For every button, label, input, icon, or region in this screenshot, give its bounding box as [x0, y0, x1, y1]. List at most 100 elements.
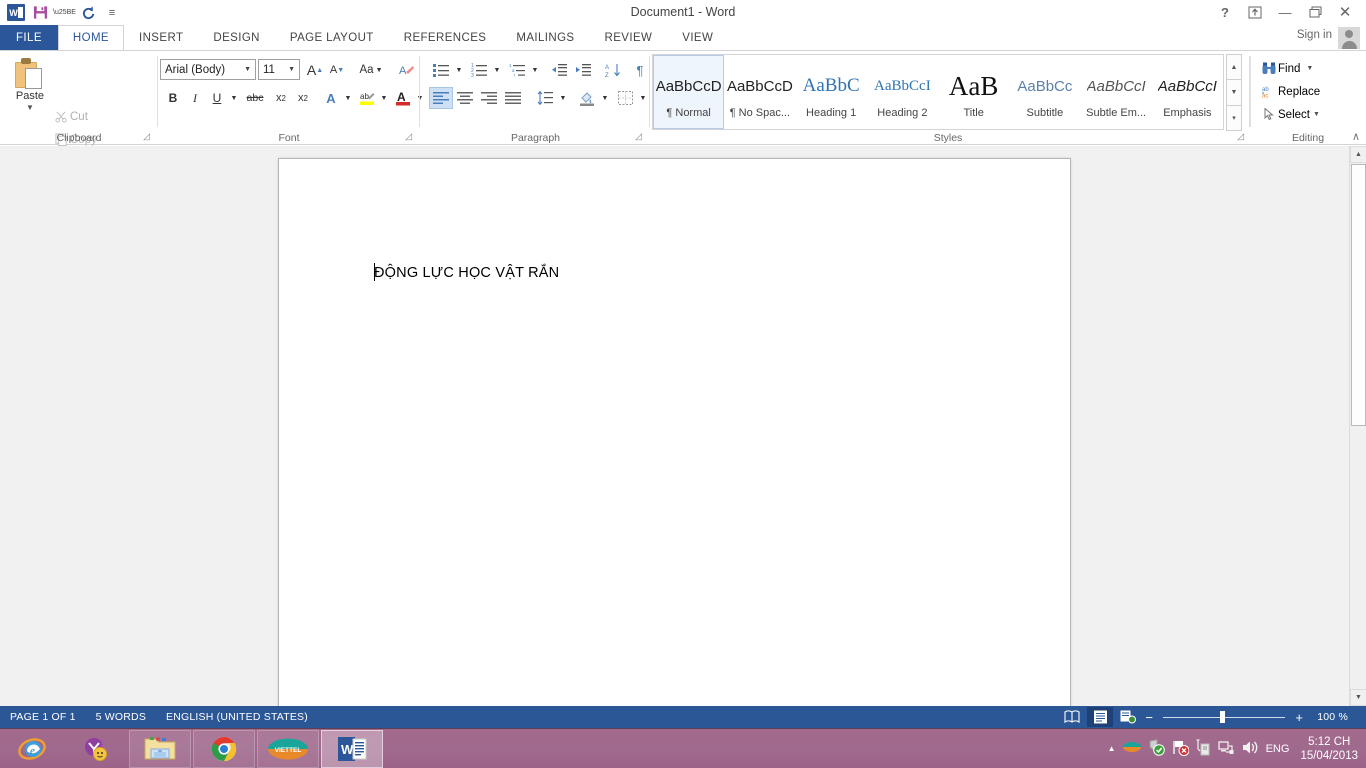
avatar[interactable] [1338, 27, 1360, 49]
subscript-button[interactable]: x2 [270, 87, 292, 109]
web-layout-button[interactable] [1115, 707, 1141, 727]
restore-button[interactable] [1300, 2, 1330, 22]
select-button[interactable]: Select ▼ [1260, 105, 1320, 124]
text-effects-button[interactable]: A [320, 87, 342, 109]
style-emphasis[interactable]: AaBbCcI Emphasis [1152, 55, 1223, 129]
scrollbar-thumb[interactable] [1351, 164, 1366, 426]
clipboard-dialog-launcher[interactable]: ◿ [143, 131, 150, 142]
tab-review[interactable]: REVIEW [590, 25, 668, 50]
taskbar-file-explorer[interactable] [129, 729, 191, 768]
styles-scroll-down-button[interactable]: ▼ [1226, 79, 1242, 106]
sign-in-link[interactable]: Sign in [1297, 29, 1332, 41]
bullets-button[interactable] [429, 59, 453, 81]
align-right-button[interactable] [477, 87, 501, 109]
style-heading-1[interactable]: AaBbC Heading 1 [796, 55, 867, 129]
document-body-text[interactable]: ĐỘNG LỰC HỌC VẬT RẮN [374, 265, 559, 281]
justify-button[interactable] [501, 87, 525, 109]
paragraph-dialog-launcher[interactable]: ◿ [635, 131, 642, 142]
show-hidden-icons-button[interactable]: ▲ [1108, 744, 1116, 753]
line-spacing-button[interactable] [533, 87, 557, 109]
action-center-flag-icon[interactable] [1172, 739, 1190, 759]
vertical-scrollbar[interactable]: ▲ ▼ [1349, 146, 1366, 706]
close-button[interactable]: ✕ [1330, 2, 1360, 22]
shading-dropdown[interactable]: ▼ [599, 87, 611, 109]
tab-insert[interactable]: INSERT [124, 25, 198, 50]
change-case-button[interactable]: Aa ▼ [354, 59, 388, 81]
paste-button[interactable]: Paste ▼ [8, 55, 52, 127]
tab-references[interactable]: REFERENCES [389, 25, 502, 50]
usb-device-icon[interactable] [1196, 738, 1211, 759]
zoom-level-label[interactable]: 100 % [1307, 711, 1358, 723]
show-formatting-marks-button[interactable]: ¶ [629, 59, 651, 81]
style-subtle-emphasis[interactable]: AaBbCcI Subtle Em... [1081, 55, 1152, 129]
align-center-button[interactable] [453, 87, 477, 109]
tab-mailings[interactable]: MAILINGS [501, 25, 589, 50]
underline-dropdown[interactable]: ▼ [228, 87, 240, 109]
shading-button[interactable] [575, 87, 599, 109]
line-spacing-dropdown[interactable]: ▼ [557, 87, 569, 109]
chevron-down-icon[interactable]: ▼ [26, 103, 34, 112]
borders-button[interactable] [613, 87, 637, 109]
tab-view[interactable]: VIEW [667, 25, 728, 50]
styles-more-button[interactable]: ▾ [1226, 104, 1242, 131]
superscript-button[interactable]: x2 [292, 87, 314, 109]
borders-dropdown[interactable]: ▼ [637, 87, 649, 109]
status-word-count[interactable]: 5 WORDS [86, 711, 156, 723]
volume-icon[interactable] [1242, 740, 1259, 758]
status-language[interactable]: ENGLISH (UNITED STATES) [156, 711, 318, 723]
zoom-in-button[interactable]: + [1293, 710, 1305, 725]
italic-button[interactable]: I [184, 87, 206, 109]
align-left-button[interactable] [429, 87, 453, 109]
cut-button[interactable]: Cut [52, 107, 88, 126]
numbering-button[interactable]: 1 2 3 [467, 59, 491, 81]
style-title[interactable]: AaB Title [938, 55, 1009, 129]
grow-font-button[interactable]: A ▲ [304, 59, 326, 81]
tab-page-layout[interactable]: PAGE LAYOUT [275, 25, 389, 50]
taskbar-yahoo-messenger[interactable]: ! [65, 730, 127, 768]
styles-dialog-launcher[interactable]: ◿ [1237, 131, 1244, 142]
chevron-down-icon[interactable]: ▼ [240, 66, 255, 73]
multilevel-list-button[interactable]: 1 a i [505, 59, 529, 81]
style-normal[interactable]: AaBbCcD ¶ Normal [653, 55, 725, 129]
text-highlight-dropdown[interactable]: ▼ [378, 87, 390, 109]
find-button[interactable]: Find ▼ [1260, 59, 1313, 78]
scroll-down-button[interactable]: ▼ [1350, 689, 1366, 706]
bold-button[interactable]: B [162, 87, 184, 109]
style-no-spacing[interactable]: AaBbCcD ¶ No Spac... [724, 55, 795, 129]
text-effects-dropdown[interactable]: ▼ [342, 87, 354, 109]
font-color-button[interactable]: A [392, 87, 414, 109]
increase-indent-button[interactable] [571, 59, 595, 81]
language-indicator[interactable]: ENG [1266, 743, 1290, 755]
taskbar-google-chrome[interactable] [193, 729, 255, 768]
font-name-combo[interactable]: Arial (Body) ▼ [160, 59, 256, 80]
numbering-dropdown[interactable]: ▼ [491, 59, 503, 81]
style-subtitle[interactable]: AaBbCc Subtitle [1009, 55, 1080, 129]
zoom-slider[interactable] [1163, 707, 1286, 727]
split-window-handle[interactable] [1354, 154, 1366, 163]
document-page[interactable]: ĐỘNG LỰC HỌC VẬT RẮN [278, 158, 1071, 706]
replace-button[interactable]: ab ac Replace [1260, 82, 1320, 101]
zoom-out-button[interactable]: − [1143, 710, 1155, 725]
font-size-combo[interactable]: 11 ▼ [258, 59, 300, 80]
minimize-button[interactable]: — [1270, 2, 1300, 22]
bullets-dropdown[interactable]: ▼ [453, 59, 465, 81]
security-shield-icon[interactable] [1148, 738, 1165, 759]
document-canvas[interactable]: ĐỘNG LỰC HỌC VẬT RẮN [0, 146, 1349, 706]
collapse-ribbon-button[interactable]: ∧ [1352, 130, 1360, 143]
chevron-down-icon[interactable]: ▼ [1306, 65, 1313, 72]
print-layout-button[interactable] [1087, 707, 1114, 727]
style-heading-2[interactable]: AaBbCcI Heading 2 [867, 55, 938, 129]
chevron-down-icon[interactable]: ▼ [284, 66, 299, 73]
read-mode-button[interactable] [1059, 707, 1085, 727]
font-dialog-launcher[interactable]: ◿ [405, 131, 412, 142]
status-page-indicator[interactable]: PAGE 1 OF 1 [0, 711, 86, 723]
taskbar-word[interactable]: W [321, 729, 383, 768]
shrink-font-button[interactable]: A ▼ [326, 59, 348, 81]
clear-formatting-button[interactable]: A [396, 59, 418, 81]
tab-file[interactable]: FILE [0, 25, 58, 50]
clock[interactable]: 5:12 CH 15/04/2013 [1296, 735, 1358, 763]
help-button[interactable]: ? [1210, 2, 1240, 22]
strikethrough-button[interactable]: abc [242, 87, 268, 109]
taskbar-viettel[interactable]: VIETTEL [257, 729, 319, 768]
tab-design[interactable]: DESIGN [198, 25, 275, 50]
